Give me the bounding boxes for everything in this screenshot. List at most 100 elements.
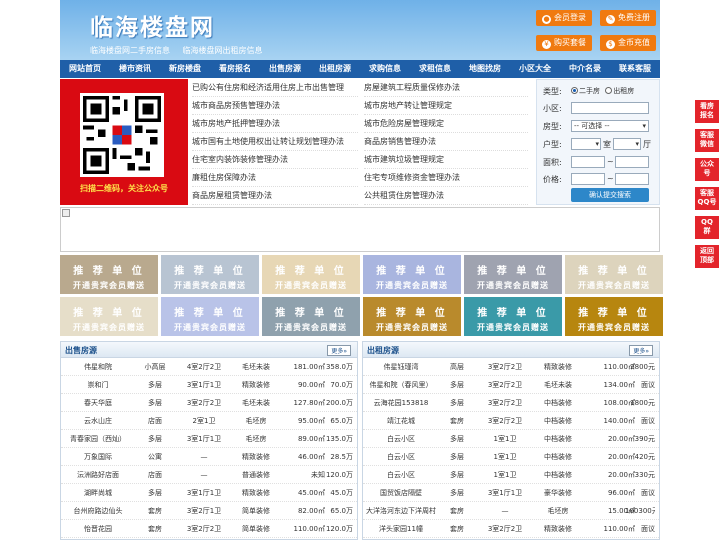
ad-tile[interactable]: 推 荐 单 位开通贵宾会员赠送 bbox=[363, 255, 461, 294]
listing-row[interactable]: 白云小区 多层 1室1卫 中档装修 20.00㎡ 390元 bbox=[363, 430, 659, 448]
listing-name[interactable]: 洋头家园11幢 bbox=[365, 520, 437, 538]
policy-link[interactable]: 房屋建筑工程质量保修办法 bbox=[364, 79, 528, 97]
banner-image[interactable] bbox=[60, 207, 660, 252]
listing-row[interactable]: 沄洲路好店面 店面 — 普通装修 未知 120.0万 bbox=[61, 466, 357, 484]
listing-row[interactable]: 青春家园（西灿） 多层 3室1厅1卫 毛坯房 89.00㎡ 135.0万 bbox=[61, 430, 357, 448]
listing-name[interactable]: 伟星钰瑾湾 bbox=[365, 358, 437, 376]
policy-link[interactable]: 城市房地产抵押管理办法 bbox=[192, 115, 358, 133]
listing-row[interactable]: 崇和门 多层 3室1厅1卫 精致装修 90.00㎡ 70.0万 bbox=[61, 376, 357, 394]
ad-tile[interactable]: 推 荐 单 位开通贵宾会员赠送 bbox=[363, 297, 461, 336]
listing-name[interactable]: 崇和门 bbox=[63, 376, 133, 394]
ad-tile[interactable]: 推 荐 单 位开通贵宾会员赠送 bbox=[565, 297, 663, 336]
listing-row[interactable]: 伟星钰瑾湾 高层 3室2厅2卫 精致装修 110.00㎡ 2800元 bbox=[363, 358, 659, 376]
policy-link[interactable]: 廉租住房保障办法 bbox=[192, 169, 358, 187]
listing-row[interactable]: 万象国际 公寓 — 精致装修 46.00㎡ 28.5万 bbox=[61, 448, 357, 466]
login-button[interactable]: ● 会员登录 bbox=[536, 10, 592, 26]
nav-home[interactable]: 网站首页 bbox=[60, 60, 110, 78]
policy-link[interactable]: 住宅室内装饰装修管理办法 bbox=[192, 151, 358, 169]
nav-for-sale[interactable]: 出售房源 bbox=[260, 60, 310, 78]
listing-row[interactable]: 云水山庄 店面 2室1卫 毛坯房 95.00㎡ 65.0万 bbox=[61, 412, 357, 430]
area-max-input[interactable] bbox=[615, 156, 649, 168]
community-input[interactable] bbox=[571, 102, 649, 114]
policy-link[interactable]: 已购公有住房和经济适用住房上市出售管理 bbox=[192, 79, 358, 97]
policy-link[interactable]: 城市房地产转让管理规定 bbox=[364, 97, 528, 115]
policy-link[interactable]: 城市建筑垃圾管理规定 bbox=[364, 151, 528, 169]
listing-row[interactable]: 春天华庭 多层 3室2厅2卫 毛坯未装 127.80㎡ 200.0万 bbox=[61, 394, 357, 412]
rent-more-button[interactable]: 更多» bbox=[629, 345, 653, 356]
listing-name[interactable]: 云海花园153818 bbox=[365, 394, 437, 412]
policy-link[interactable]: 商品房销售管理办法 bbox=[364, 133, 528, 151]
nav-contact[interactable]: 联系客服 bbox=[610, 60, 660, 78]
ad-tile[interactable]: 推 荐 单 位开通贵宾会员赠送 bbox=[565, 255, 663, 294]
ad-tile[interactable]: 推 荐 单 位开通贵宾会员赠送 bbox=[262, 255, 360, 294]
policy-link[interactable]: 公共租赁住房管理办法 bbox=[364, 187, 528, 205]
listing-row[interactable]: 伟星和院 小高层 4室2厅2卫 毛坯未装 181.00㎡ 358.0万 bbox=[61, 358, 357, 376]
price-min-input[interactable] bbox=[571, 173, 605, 185]
secondhand-info-link[interactable]: 临海楼盘网二手房信息 bbox=[90, 46, 170, 55]
policy-link[interactable]: 城市国有土地使用权出让转让规划管理办法 bbox=[192, 133, 358, 151]
listing-row[interactable]: 怡晋花园 套房 3室2厅2卫 简单装修 110.00㎡ 120.0万 bbox=[61, 520, 357, 538]
ad-tile[interactable]: 推 荐 单 位开通贵宾会员赠送 bbox=[464, 255, 562, 294]
listing-name[interactable]: 国贸饭店隔壁 bbox=[365, 484, 437, 502]
sale-more-button[interactable]: 更多» bbox=[327, 345, 351, 356]
hall-select[interactable]: ▾ bbox=[613, 138, 641, 150]
policy-link[interactable]: 城市商品房预售管理办法 bbox=[192, 97, 358, 115]
listing-row[interactable]: 大洋洛河东边下洋周村套房—毛坯房15.00㎡100300元 bbox=[363, 502, 659, 520]
side-qrcode-button[interactable]: 公众 号 bbox=[695, 158, 719, 181]
side-group-button[interactable]: QQ 群 bbox=[695, 216, 719, 239]
house-type-select[interactable]: -- 可选择 -- ▾ bbox=[571, 120, 649, 132]
policy-link[interactable]: 城市危险房屋管理规定 bbox=[364, 115, 528, 133]
ad-tile[interactable]: 推 荐 单 位开通贵宾会员赠送 bbox=[161, 255, 259, 294]
listing-row[interactable]: 白云小区 多层 1室1卫 中档装修 20.00㎡ 420元 bbox=[363, 448, 659, 466]
listing-name[interactable]: 云水山庄 bbox=[63, 412, 133, 430]
area-min-input[interactable] bbox=[571, 156, 605, 168]
listing-name[interactable]: 沄洲路好店面 bbox=[63, 466, 133, 484]
buy-package-button[interactable]: ¥ 购买套餐 bbox=[536, 35, 592, 51]
listing-row[interactable]: 白云小区 多层 1室1卫 中档装修 20.00㎡ 330元 bbox=[363, 466, 659, 484]
listing-name[interactable]: 万象国际 bbox=[63, 448, 133, 466]
nav-wanted-rent[interactable]: 求租信息 bbox=[410, 60, 460, 78]
side-wechat-button[interactable]: 客服 微信 bbox=[695, 129, 719, 152]
listing-row[interactable]: 伟星和院（春风里） 多层 3室2厅2卫 毛坯未装 134.00㎡ 面议 bbox=[363, 376, 659, 394]
listing-name[interactable]: 白云小区 bbox=[365, 448, 437, 466]
listing-name[interactable]: 湖畔尚城 bbox=[63, 484, 133, 502]
radio-secondhand[interactable] bbox=[571, 87, 578, 94]
listing-name[interactable]: 伟星和院（春风里） bbox=[365, 376, 437, 394]
side-arrow-up-button[interactable]: 返回 顶部 bbox=[695, 245, 719, 268]
nav-viewing-signup[interactable]: 看房报名 bbox=[210, 60, 260, 78]
nav-news[interactable]: 楼市资讯 bbox=[110, 60, 160, 78]
listing-row[interactable]: 湖畔尚城 多层 3室1厅1卫 精致装修 45.00㎡ 45.0万 bbox=[61, 484, 357, 502]
recharge-button[interactable]: $ 金币充值 bbox=[600, 35, 656, 51]
listing-row[interactable]: 国贸饭店隔壁 多层 3室1厅1卫 豪华装修 96.00㎡ 面议 bbox=[363, 484, 659, 502]
ad-tile[interactable]: 推 荐 单 位开通贵宾会员赠送 bbox=[60, 255, 158, 294]
policy-link[interactable]: 商品房屋租赁管理办法 bbox=[192, 187, 358, 205]
nav-map-search[interactable]: 地图找房 bbox=[460, 60, 510, 78]
search-submit-button[interactable]: 确认提交搜索 bbox=[571, 188, 649, 202]
side-qq-button[interactable]: 客服 QQ号 bbox=[695, 187, 719, 210]
register-button[interactable]: ✎ 免费注册 bbox=[600, 10, 656, 26]
rental-info-link[interactable]: 临海楼盘网出租房信息 bbox=[183, 46, 263, 55]
listing-row[interactable]: 洋头家园11幢 套房 3室2厅2卫 精致装修 110.00㎡ 面议 bbox=[363, 520, 659, 538]
nav-new-homes[interactable]: 新房楼盘 bbox=[160, 60, 210, 78]
listing-name[interactable]: 春天华庭 bbox=[63, 394, 133, 412]
listing-row[interactable]: 靖江花城 套房 3室2厅2卫 中档装修 140.00㎡ 面议 bbox=[363, 412, 659, 430]
listing-row[interactable]: 台州府路边仙头 套房 3室2厅1卫 简单装修 82.00㎡ 65.0万 bbox=[61, 502, 357, 520]
ad-tile[interactable]: 推 荐 单 位开通贵宾会员赠送 bbox=[464, 297, 562, 336]
listing-name[interactable]: 白云小区 bbox=[365, 430, 437, 448]
listing-name[interactable]: 靖江花城 bbox=[365, 412, 437, 430]
ad-tile[interactable]: 推 荐 单 位开通贵宾会员赠送 bbox=[161, 297, 259, 336]
radio-rental[interactable] bbox=[605, 87, 613, 94]
listing-name[interactable]: 白云小区 bbox=[365, 466, 437, 484]
nav-wanted-buy[interactable]: 求购信息 bbox=[360, 60, 410, 78]
ad-tile[interactable]: 推 荐 单 位开通贵宾会员赠送 bbox=[262, 297, 360, 336]
nav-agents[interactable]: 中介名录 bbox=[560, 60, 610, 78]
policy-link[interactable]: 住宅专项维修资金管理办法 bbox=[364, 169, 528, 187]
side-calendar-button[interactable]: 看房 报名 bbox=[695, 100, 719, 123]
listing-name[interactable]: 台州府路边仙头 bbox=[63, 502, 133, 520]
nav-for-rent[interactable]: 出租房源 bbox=[310, 60, 360, 78]
ad-tile[interactable]: 推 荐 单 位开通贵宾会员赠送 bbox=[60, 297, 158, 336]
listing-name[interactable]: 伟星和院 bbox=[63, 358, 133, 376]
nav-communities[interactable]: 小区大全 bbox=[510, 60, 560, 78]
listing-row[interactable]: 云海花园153818 多层 3室2厅2卫 中档装修 108.00㎡ 1800元 bbox=[363, 394, 659, 412]
listing-name[interactable]: 青春家园（西灿） bbox=[63, 430, 133, 448]
